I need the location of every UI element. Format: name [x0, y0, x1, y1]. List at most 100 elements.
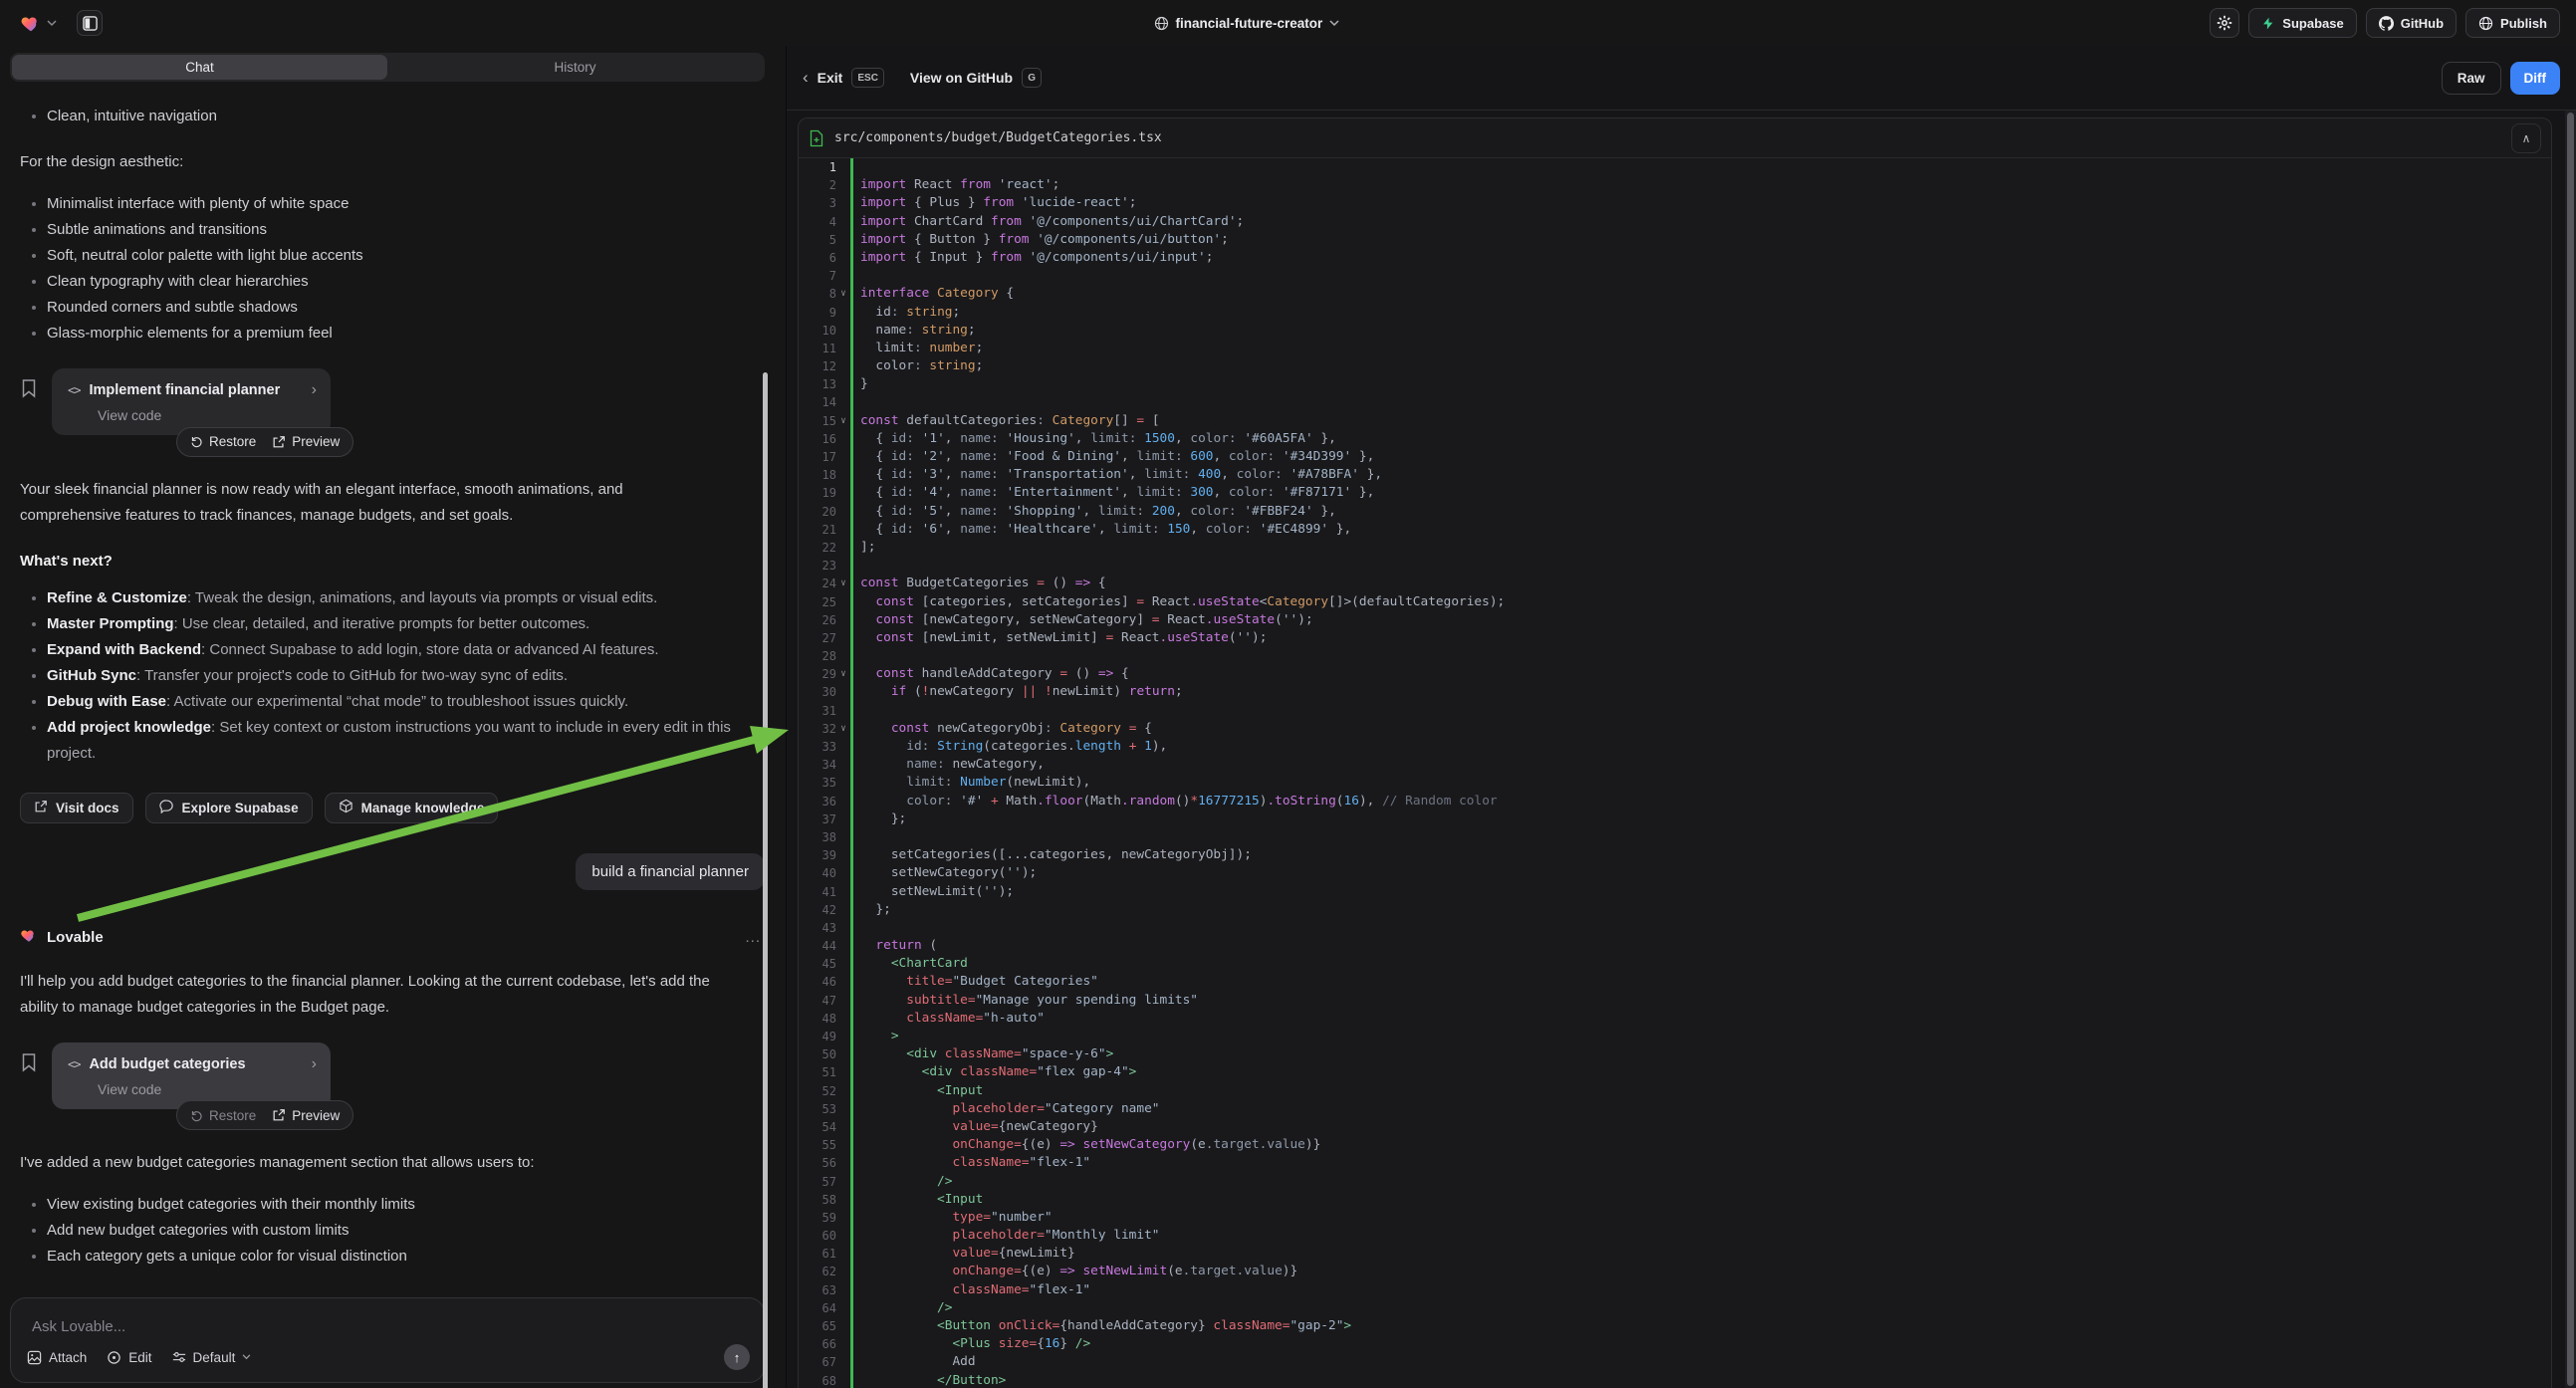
fold-spacer	[836, 647, 850, 665]
visit-docs-button[interactable]: Visit docs	[20, 793, 133, 823]
preview-button[interactable]: Preview	[272, 434, 340, 449]
code-line: 17 { id: '2', name: 'Food & Dining', lim…	[799, 448, 2551, 466]
code-line: 25 const [categories, setCategories] = R…	[799, 593, 2551, 611]
code-diff-content[interactable]: 12import React from 'react';3import { Pl…	[799, 158, 2551, 1388]
code-text: setNewLimit('');	[853, 883, 1014, 901]
diff-toggle-button[interactable]: Diff	[2510, 62, 2561, 95]
user-message-bubble: build a financial planner	[576, 853, 765, 890]
code-line: 61 value={newLimit}	[799, 1245, 2551, 1263]
list-item: Glass-morphic elements for a premium fee…	[20, 321, 765, 347]
settings-button[interactable]	[2210, 8, 2239, 38]
fold-toggle-icon[interactable]: ∨	[836, 285, 850, 303]
preview-button[interactable]: Preview	[272, 1108, 340, 1123]
chat-message-list[interactable]: Clean, intuitive navigationFor the desig…	[0, 82, 785, 1288]
exit-button[interactable]: ‹ Exit ESC	[803, 68, 884, 88]
code-line: 14	[799, 393, 2551, 411]
restore-button[interactable]: Restore	[190, 434, 256, 449]
code-text: { id: '4', name: 'Entertainment', limit:…	[853, 484, 1374, 502]
list-item: Clean typography with clear hierarchies	[20, 269, 765, 295]
fold-toggle-icon[interactable]: ∨	[836, 412, 850, 430]
version-card[interactable]: <>Add budget categories›View code	[52, 1042, 331, 1109]
publish-button[interactable]: Publish	[2465, 8, 2560, 38]
fold-toggle-icon[interactable]: ∨	[836, 575, 850, 592]
chat-input-box[interactable]: Ask Lovable... Attach Edit	[10, 1297, 765, 1383]
code-text: <Button onClick={handleAddCategory} clas…	[853, 1317, 1351, 1335]
code-text: interface Category {	[853, 285, 1014, 303]
manage-knowledge-button[interactable]: Manage knowledge	[325, 793, 499, 823]
code-text: <Plus size={16} />	[853, 1335, 1090, 1353]
view-on-github-button[interactable]: View on GitHub G	[910, 68, 1042, 88]
fold-spacer	[836, 194, 850, 212]
line-number: 56	[799, 1154, 836, 1172]
version-card[interactable]: <>Implement financial planner›View code	[52, 368, 331, 435]
fold-spacer	[836, 973, 850, 991]
line-number: 6	[799, 249, 836, 267]
sidebar-toggle-button[interactable]	[77, 10, 103, 36]
line-number: 33	[799, 738, 836, 756]
fold-spacer	[836, 629, 850, 647]
line-number: 62	[799, 1263, 836, 1280]
github-button[interactable]: GitHub	[2366, 8, 2457, 38]
code-line: 30 if (!newCategory || !newLimit) return…	[799, 683, 2551, 701]
list-item: Minimalist interface with plenty of whit…	[20, 191, 765, 217]
raw-toggle-button[interactable]: Raw	[2442, 62, 2501, 95]
restore-button[interactable]: Restore	[190, 1108, 256, 1123]
code-text: const BudgetCategories = () => {	[853, 575, 1106, 592]
fold-toggle-icon[interactable]: ∨	[836, 665, 850, 683]
code-line: 66 <Plus size={16} />	[799, 1335, 2551, 1353]
package-icon	[339, 799, 353, 816]
file-path-row[interactable]: src/components/budget/BudgetCategories.t…	[799, 118, 2551, 158]
code-line: 4import ChartCard from '@/components/ui/…	[799, 213, 2551, 231]
edit-mode-button[interactable]: Edit	[107, 1350, 151, 1365]
supabase-button[interactable]: Supabase	[2248, 8, 2356, 38]
attach-button[interactable]: Attach	[27, 1350, 87, 1365]
fold-spacer	[836, 793, 850, 810]
tab-chat[interactable]: Chat	[12, 55, 387, 80]
code-line: 26 const [newCategory, setNewCategory] =…	[799, 611, 2551, 629]
code-panel: ‹ Exit ESC View on GitHub G Raw Diff src…	[786, 46, 2576, 1388]
collapse-file-button[interactable]: ∧	[2511, 123, 2541, 153]
code-text	[853, 557, 860, 575]
fold-spacer	[836, 1353, 850, 1371]
code-line: 58 <Input	[799, 1191, 2551, 1209]
view-code-link[interactable]: View code	[98, 1081, 317, 1097]
code-text	[853, 267, 860, 285]
code-line: 52 <Input	[799, 1082, 2551, 1100]
version-card-title: Implement financial planner	[89, 382, 302, 398]
list-item: Debug with Ease: Activate our experiment…	[20, 689, 765, 715]
explore-supabase-button[interactable]: Explore Supabase	[145, 793, 313, 823]
code-line: 64 />	[799, 1299, 2551, 1317]
code-line: 56 className="flex-1"	[799, 1154, 2551, 1172]
fold-spacer	[836, 176, 850, 194]
line-number: 47	[799, 992, 836, 1010]
code-line: 59 type="number"	[799, 1209, 2551, 1227]
code-text: color: string;	[853, 357, 983, 375]
code-line: 35 limit: Number(newLimit),	[799, 774, 2551, 792]
project-switcher[interactable]: financial-future-creator	[1154, 0, 1340, 46]
bullet-list: View existing budget categories with the…	[20, 1192, 765, 1270]
code-line: 1	[799, 158, 2551, 176]
code-scrollbar[interactable]	[2567, 113, 2574, 1386]
tab-history[interactable]: History	[387, 55, 763, 80]
code-text: <div className="space-y-6">	[853, 1045, 1113, 1063]
model-select[interactable]: Default	[172, 1350, 252, 1365]
fold-spacer	[836, 810, 850, 828]
code-text: className="flex-1"	[853, 1154, 1090, 1172]
line-number: 37	[799, 810, 836, 828]
line-number: 39	[799, 846, 836, 864]
fold-spacer	[836, 267, 850, 285]
chat-scrollbar[interactable]	[763, 372, 768, 1388]
view-code-link[interactable]: View code	[98, 407, 317, 423]
code-text: />	[853, 1299, 952, 1317]
code-line: 21 { id: '6', name: 'Healthcare', limit:…	[799, 521, 2551, 539]
message-menu-button[interactable]: ...	[745, 929, 761, 946]
fold-spacer	[836, 521, 850, 539]
chip-label: Visit docs	[56, 801, 119, 815]
send-button[interactable]: ↑	[724, 1344, 750, 1370]
lovable-logo-menu[interactable]	[20, 12, 57, 34]
bookmark-icon[interactable]	[20, 378, 40, 398]
code-line: 38	[799, 828, 2551, 846]
bookmark-icon[interactable]	[20, 1052, 40, 1072]
code-line: 8∨interface Category {	[799, 285, 2551, 303]
fold-toggle-icon[interactable]: ∨	[836, 720, 850, 738]
